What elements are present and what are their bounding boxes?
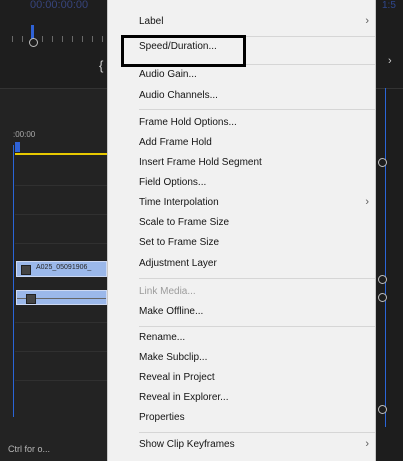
menu-item-audio-gain[interactable]: Audio Gain... bbox=[108, 66, 375, 86]
menu-item-make-offline[interactable]: Make Offline... bbox=[108, 303, 375, 323]
timeline-panel: 00:00:00:00 { :00:00 A025_05091906_ Ctrl… bbox=[0, 0, 107, 461]
menu-item-text: Adjustment Layer bbox=[139, 258, 217, 269]
chevron-right-icon: › bbox=[365, 196, 369, 208]
keyframe-circle-icon[interactable] bbox=[378, 293, 387, 302]
brace-text: { bbox=[99, 58, 104, 73]
menu-item-insert-frame-hold-segment[interactable]: Insert Frame Hold Segment bbox=[108, 154, 375, 174]
menu-item-time-interpolation[interactable]: Time Interpolation › bbox=[108, 194, 375, 214]
keyframe-circle-icon[interactable] bbox=[378, 275, 387, 284]
timeline-edge-line bbox=[13, 145, 14, 417]
clip-badge-icon bbox=[21, 265, 31, 275]
menu-item-make-subclip[interactable]: Make Subclip... bbox=[108, 349, 375, 369]
menu-item-text: Audio Channels... bbox=[139, 90, 218, 101]
highlight-box bbox=[121, 35, 246, 67]
track-lane bbox=[15, 351, 107, 352]
track-lane bbox=[15, 185, 107, 186]
menu-item-reveal-in-explorer[interactable]: Reveal in Explorer... bbox=[108, 389, 375, 409]
menu-item-adjustment-layer[interactable]: Adjustment Layer bbox=[108, 255, 375, 275]
menu-item-text: Properties bbox=[139, 412, 185, 423]
menu-item-properties[interactable]: Properties bbox=[108, 409, 375, 429]
menu-item-audio-channels[interactable]: Audio Channels... bbox=[108, 87, 375, 107]
audio-clip[interactable] bbox=[16, 290, 107, 305]
menu-item-text: Reveal in Explorer... bbox=[139, 392, 229, 403]
menu-item-text: Time Interpolation bbox=[139, 197, 219, 208]
menu-separator bbox=[139, 278, 375, 279]
playhead-icon[interactable] bbox=[15, 142, 20, 152]
menu-item-reveal-in-project[interactable]: Reveal in Project bbox=[108, 369, 375, 389]
chevron-right-icon: › bbox=[365, 438, 369, 450]
menu-separator bbox=[139, 432, 375, 433]
right-timecode: 1:5 bbox=[382, 0, 396, 11]
track-lane bbox=[15, 322, 107, 323]
menu-item-set-to-frame-size[interactable]: Set to Frame Size bbox=[108, 234, 375, 254]
chevron-right-icon[interactable]: › bbox=[388, 55, 392, 67]
context-menu: Label › Speed/Duration... Audio Gain... … bbox=[107, 0, 376, 461]
menu-item-text: Insert Frame Hold Segment bbox=[139, 157, 262, 168]
menu-item-frame-hold-options[interactable]: Frame Hold Options... bbox=[108, 114, 375, 134]
work-area-bar[interactable] bbox=[15, 153, 107, 155]
menu-item-link-media: Link Media... bbox=[108, 283, 375, 303]
right-divider bbox=[376, 88, 403, 89]
menu-item-text: Field Options... bbox=[139, 177, 207, 188]
track-lane bbox=[15, 243, 107, 244]
timeline-edge-line-right bbox=[385, 88, 386, 427]
keyframe-circle-icon[interactable] bbox=[378, 405, 387, 414]
timeline-right-strip bbox=[376, 0, 403, 461]
menu-item-text: Make Subclip... bbox=[139, 352, 208, 363]
menu-item-show-clip-keyframes[interactable]: Show Clip Keyframes › bbox=[108, 436, 375, 456]
timeline-divider bbox=[0, 88, 107, 89]
keyframe-circle-icon[interactable] bbox=[29, 38, 38, 47]
ruler-ticks bbox=[12, 36, 107, 46]
menu-item-scale-to-frame-size[interactable]: Scale to Frame Size bbox=[108, 214, 375, 234]
menu-item-text: Scale to Frame Size bbox=[139, 217, 230, 228]
menu-separator bbox=[139, 109, 375, 110]
menu-item-text: Frame Hold Options... bbox=[139, 117, 237, 128]
track-lane bbox=[15, 214, 107, 215]
menu-item-text: Show Clip Keyframes bbox=[139, 439, 235, 450]
menu-item-text: Label bbox=[139, 16, 164, 27]
menu-item-rename[interactable]: Rename... bbox=[108, 329, 375, 349]
menu-item-text: Rename... bbox=[139, 332, 186, 343]
menu-item-label[interactable]: Label › bbox=[108, 13, 375, 33]
menu-item-text: Make Offline... bbox=[139, 306, 204, 317]
top-timecode: 00:00:00:00 bbox=[30, 0, 89, 11]
time-ruler[interactable]: 00:00:00:00 { bbox=[0, 0, 107, 88]
menu-item-text: Audio Gain... bbox=[139, 69, 197, 80]
clip-label: A025_05091906_ bbox=[36, 264, 92, 271]
timeline-timecode: :00:00 bbox=[13, 130, 36, 139]
menu-separator bbox=[139, 326, 375, 327]
menu-item-text: Reveal in Project bbox=[139, 372, 215, 383]
menu-item-text: Link Media... bbox=[139, 286, 196, 297]
menu-item-text: Add Frame Hold bbox=[139, 137, 212, 148]
menu-item-text: Set to Frame Size bbox=[139, 237, 220, 248]
chevron-right-icon: › bbox=[365, 15, 369, 27]
video-clip[interactable]: A025_05091906_ bbox=[16, 261, 107, 277]
status-hint: Ctrl for o... bbox=[8, 444, 51, 454]
menu-item-add-frame-hold[interactable]: Add Frame Hold bbox=[108, 134, 375, 154]
menu-item-field-options[interactable]: Field Options... bbox=[108, 174, 375, 194]
keyframe-circle-icon[interactable] bbox=[378, 158, 387, 167]
clip-badge-icon bbox=[26, 294, 36, 304]
track-lane bbox=[15, 380, 107, 381]
